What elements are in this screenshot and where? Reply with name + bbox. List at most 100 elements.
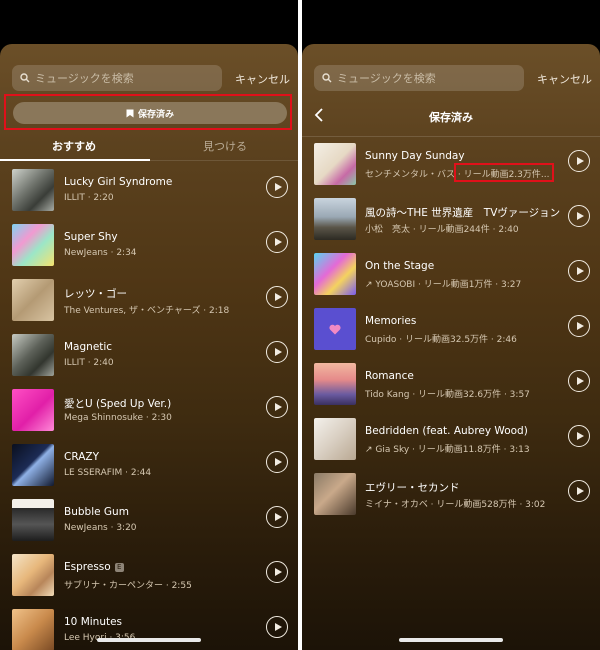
- play-button[interactable]: [568, 315, 590, 337]
- album-art: [314, 308, 356, 350]
- search-input[interactable]: ミュージックを検索: [12, 65, 222, 91]
- play-button[interactable]: [568, 205, 590, 227]
- track-row[interactable]: Bubble Gum NewJeans · 3:20: [0, 492, 298, 547]
- track-title: 10 Minutes: [64, 616, 123, 628]
- track-row[interactable]: Lucky Girl Syndrome ILLIT · 2:20: [0, 162, 298, 217]
- track-row[interactable]: レッツ・ゴー The Ventures, ザ・ベンチャーズ · 2:18: [0, 272, 298, 327]
- right-screen: ミュージックを検索 キャンセル 保存済み Sunny Day Sunday セン…: [302, 0, 600, 650]
- track-subtitle: NewJeans · 3:20: [64, 523, 137, 533]
- track-title: 愛とU (Sped Up Ver.): [64, 398, 172, 410]
- track-title: Super Shy: [64, 231, 118, 243]
- track-subtitle: Tido Kang · リール動画32.6万件 · 3:57: [365, 390, 530, 400]
- track-subtitle: LE SSERAFIM · 2:44: [64, 468, 152, 478]
- album-art: [12, 389, 54, 431]
- play-icon: [274, 403, 282, 411]
- play-button[interactable]: [568, 370, 590, 392]
- track-subtitle: Mega Shinnosuke · 2:30: [64, 413, 172, 423]
- search-placeholder: ミュージックを検索: [337, 72, 436, 85]
- cancel-button[interactable]: キャンセル: [537, 71, 592, 87]
- heart-icon: [329, 324, 341, 334]
- play-icon: [576, 322, 584, 330]
- tab-recommended[interactable]: おすすめ: [52, 138, 96, 154]
- highlight-annotation: [454, 163, 554, 182]
- track-row[interactable]: 10 Minutes Lee Hyori · 3:56: [0, 602, 298, 650]
- track-title: Magnetic: [64, 341, 113, 353]
- track-row[interactable]: Bedridden (feat. Aubrey Wood) ↗ Gia Sky …: [302, 411, 600, 466]
- tab-discover[interactable]: 見つける: [203, 138, 247, 154]
- track-row[interactable]: Super Shy NewJeans · 2:34: [0, 217, 298, 272]
- album-art: [12, 279, 54, 321]
- album-art: [314, 253, 356, 295]
- page-title: 保存済み: [429, 111, 473, 124]
- track-title: レッツ・ゴー: [64, 288, 127, 300]
- search-icon: [322, 73, 332, 83]
- track-row[interactable]: 愛とU (Sped Up Ver.) Mega Shinnosuke · 2:3…: [0, 382, 298, 437]
- album-art: [314, 198, 356, 240]
- track-row[interactable]: 風の詩〜THE 世界遺産 TVヴァージョン 小松 亮太 · リール動画244件 …: [302, 191, 600, 246]
- play-button[interactable]: [568, 150, 590, 172]
- play-button[interactable]: [266, 286, 288, 308]
- music-sheet: ミュージックを検索 キャンセル 保存済み おすすめ 見つける Lucky Gir…: [0, 44, 298, 650]
- album-art: [314, 143, 356, 185]
- album-art: [12, 224, 54, 266]
- track-subtitle: ↗ YOASOBI · リール動画1万件 · 3:27: [365, 280, 522, 290]
- play-button[interactable]: [266, 616, 288, 638]
- tab-bar: おすすめ 見つける: [0, 134, 298, 162]
- cancel-button[interactable]: キャンセル: [235, 71, 290, 87]
- track-title-text: Espresso: [64, 561, 111, 573]
- search-icon: [20, 73, 30, 83]
- track-title: Bedridden (feat. Aubrey Wood): [365, 425, 528, 437]
- play-icon: [274, 238, 282, 246]
- home-indicator[interactable]: [97, 638, 201, 642]
- album-art: [12, 499, 54, 541]
- track-title: CRAZY: [64, 451, 99, 463]
- track-subtitle: 小松 亮太 · リール動画244件 · 2:40: [365, 225, 519, 235]
- track-subtitle: ILLIT · 2:20: [64, 193, 114, 203]
- play-icon: [274, 183, 282, 191]
- play-button[interactable]: [266, 396, 288, 418]
- explicit-badge: E: [114, 563, 124, 572]
- album-art: [314, 418, 356, 460]
- track-title: Espresso E: [64, 561, 124, 573]
- album-art: [12, 169, 54, 211]
- track-row[interactable]: Memories Cupido · リール動画32.5万件 · 2:46: [302, 301, 600, 356]
- album-art: [314, 473, 356, 515]
- play-icon: [274, 293, 282, 301]
- play-button[interactable]: [266, 341, 288, 363]
- active-tab-indicator: [0, 159, 150, 161]
- track-subtitle: Cupido · リール動画32.5万件 · 2:46: [365, 335, 517, 345]
- track-title: Memories: [365, 315, 417, 327]
- play-icon: [576, 267, 584, 275]
- track-row[interactable]: On the Stage ↗ YOASOBI · リール動画1万件 · 3:27: [302, 246, 600, 301]
- track-row[interactable]: エヴリー・セカンド ミイナ・オカベ · リール動画528万件 · 3:02: [302, 466, 600, 521]
- track-row[interactable]: Sunny Day Sunday センチメンタル・バス · リール動画2.3万件…: [302, 136, 600, 191]
- play-button[interactable]: [266, 506, 288, 528]
- search-input[interactable]: ミュージックを検索: [314, 65, 524, 91]
- track-row[interactable]: Magnetic ILLIT · 2:40: [0, 327, 298, 382]
- tab-divider: [150, 160, 298, 161]
- play-button[interactable]: [266, 561, 288, 583]
- track-row[interactable]: Espresso E サブリナ・カーペンター · 2:55: [0, 547, 298, 602]
- track-row[interactable]: CRAZY LE SSERAFIM · 2:44: [0, 437, 298, 492]
- play-button[interactable]: [568, 480, 590, 502]
- album-art: [12, 609, 54, 650]
- home-indicator[interactable]: [399, 638, 503, 642]
- play-button[interactable]: [568, 260, 590, 282]
- play-icon: [274, 458, 282, 466]
- track-row[interactable]: Romance Tido Kang · リール動画32.6万件 · 3:57: [302, 356, 600, 411]
- left-screen: ミュージックを検索 キャンセル 保存済み おすすめ 見つける Lucky Gir…: [0, 0, 298, 650]
- album-art: [12, 444, 54, 486]
- track-title: 風の詩〜THE 世界遺産 TVヴァージョン: [365, 207, 561, 219]
- play-button[interactable]: [266, 231, 288, 253]
- play-icon: [576, 432, 584, 440]
- music-sheet: ミュージックを検索 キャンセル 保存済み Sunny Day Sunday セン…: [302, 44, 600, 650]
- play-button[interactable]: [568, 425, 590, 447]
- highlight-annotation: [4, 94, 292, 130]
- play-icon: [576, 212, 584, 220]
- play-icon: [274, 513, 282, 521]
- play-button[interactable]: [266, 451, 288, 473]
- track-subtitle: The Ventures, ザ・ベンチャーズ · 2:18: [64, 306, 230, 316]
- track-title: Romance: [365, 370, 414, 382]
- play-button[interactable]: [266, 176, 288, 198]
- search-placeholder: ミュージックを検索: [35, 72, 134, 85]
